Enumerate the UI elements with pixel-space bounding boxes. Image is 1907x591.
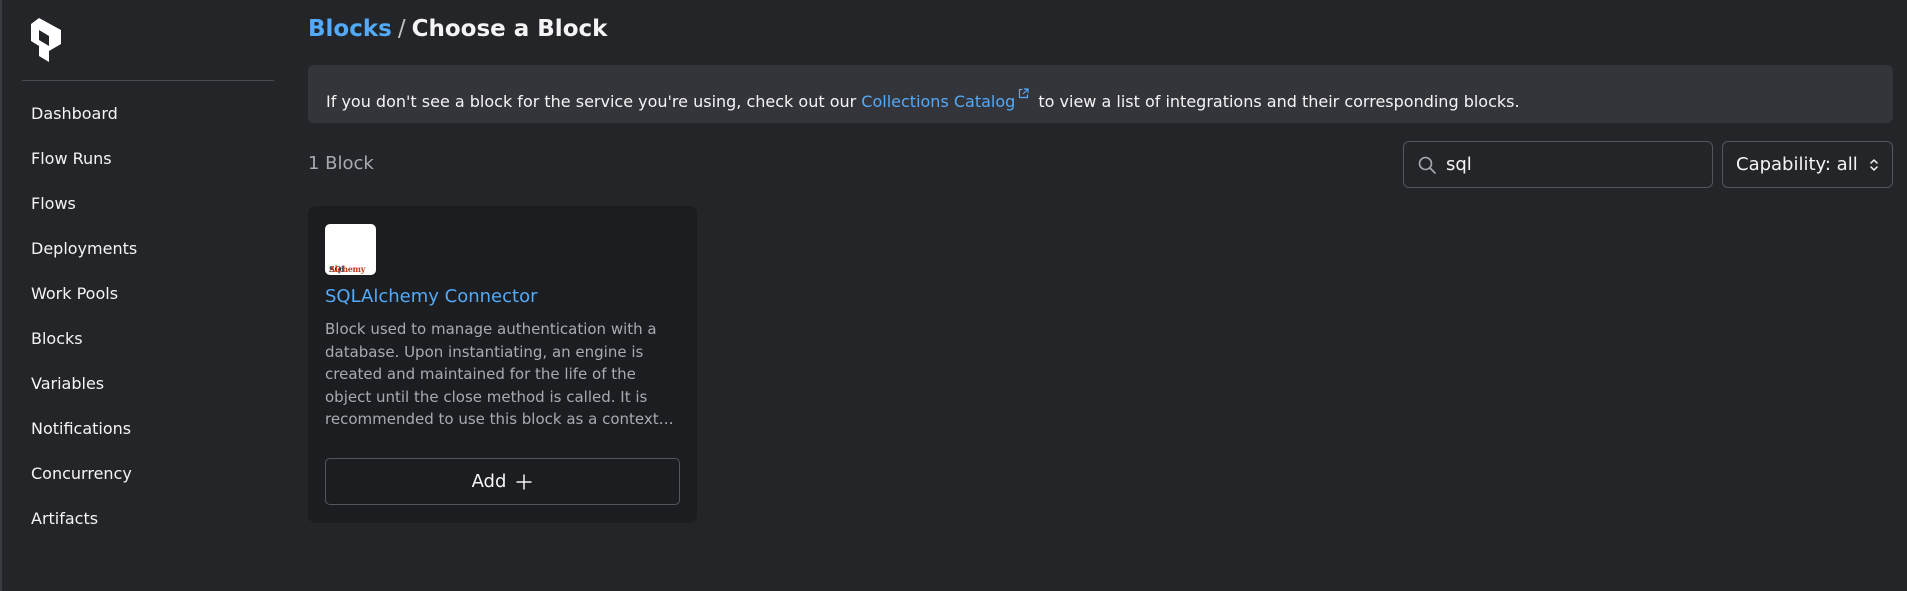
- prefect-logo-icon[interactable]: [31, 18, 61, 62]
- sidebar-item-flow-runs[interactable]: Flow Runs: [2, 141, 277, 186]
- add-button-label: Add: [471, 471, 507, 492]
- capability-select[interactable]: Capability: all: [1722, 141, 1893, 188]
- logo-text-alchemy: Alchemy: [329, 264, 366, 274]
- page-title: Choose a Block: [411, 16, 608, 42]
- capability-select-value: Capability: all: [1736, 154, 1858, 175]
- breadcrumb: Blocks / Choose a Block: [308, 16, 607, 42]
- sidebar-item-concurrency[interactable]: Concurrency: [2, 456, 277, 501]
- block-card: SQL Alchemy SQLAlchemy Connector Block us…: [308, 206, 697, 523]
- external-link-icon[interactable]: [1018, 65, 1029, 99]
- sidebar-item-work-pools[interactable]: Work Pools: [2, 276, 277, 321]
- app-root: Dashboard Flow Runs Flows Deployments Wo…: [0, 0, 1907, 591]
- breadcrumb-separator: /: [397, 16, 406, 42]
- sqlalchemy-logo-icon: SQL Alchemy: [325, 224, 376, 275]
- sidebar-item-notifications[interactable]: Notifications: [2, 411, 277, 456]
- sidebar-item-dashboard[interactable]: Dashboard: [2, 96, 277, 141]
- chevron-up-down-icon: [1868, 157, 1880, 173]
- sidebar-item-artifacts[interactable]: Artifacts: [2, 501, 277, 546]
- breadcrumb-blocks-link[interactable]: Blocks: [308, 16, 392, 42]
- plus-icon: [515, 473, 533, 491]
- add-block-button[interactable]: Add: [325, 458, 680, 505]
- banner-text-suffix: to view a list of integrations and their…: [1033, 92, 1520, 111]
- search-icon: [1417, 155, 1437, 175]
- search-box[interactable]: [1403, 141, 1713, 188]
- sidebar-item-deployments[interactable]: Deployments: [2, 231, 277, 276]
- block-title-link[interactable]: SQLAlchemy Connector: [325, 286, 537, 307]
- search-input[interactable]: [1446, 142, 1701, 187]
- sidebar-item-flows[interactable]: Flows: [2, 186, 277, 231]
- block-description: Block used to manage authentication with…: [325, 320, 659, 428]
- info-banner: If you don't see a block for the service…: [308, 65, 1893, 123]
- sidebar-divider: [22, 80, 274, 81]
- banner-text-prefix: If you don't see a block for the service…: [326, 92, 862, 111]
- sidebar: Dashboard Flow Runs Flows Deployments Wo…: [0, 0, 275, 591]
- collections-catalog-link[interactable]: Collections Catalog: [861, 92, 1015, 111]
- sidebar-item-blocks[interactable]: Blocks: [2, 321, 277, 366]
- block-count: 1 Block: [308, 153, 374, 174]
- sidebar-item-variables[interactable]: Variables: [2, 366, 277, 411]
- sidebar-nav: Dashboard Flow Runs Flows Deployments Wo…: [2, 96, 277, 546]
- main-content: Blocks / Choose a Block If you don't see a…: [308, 0, 1907, 591]
